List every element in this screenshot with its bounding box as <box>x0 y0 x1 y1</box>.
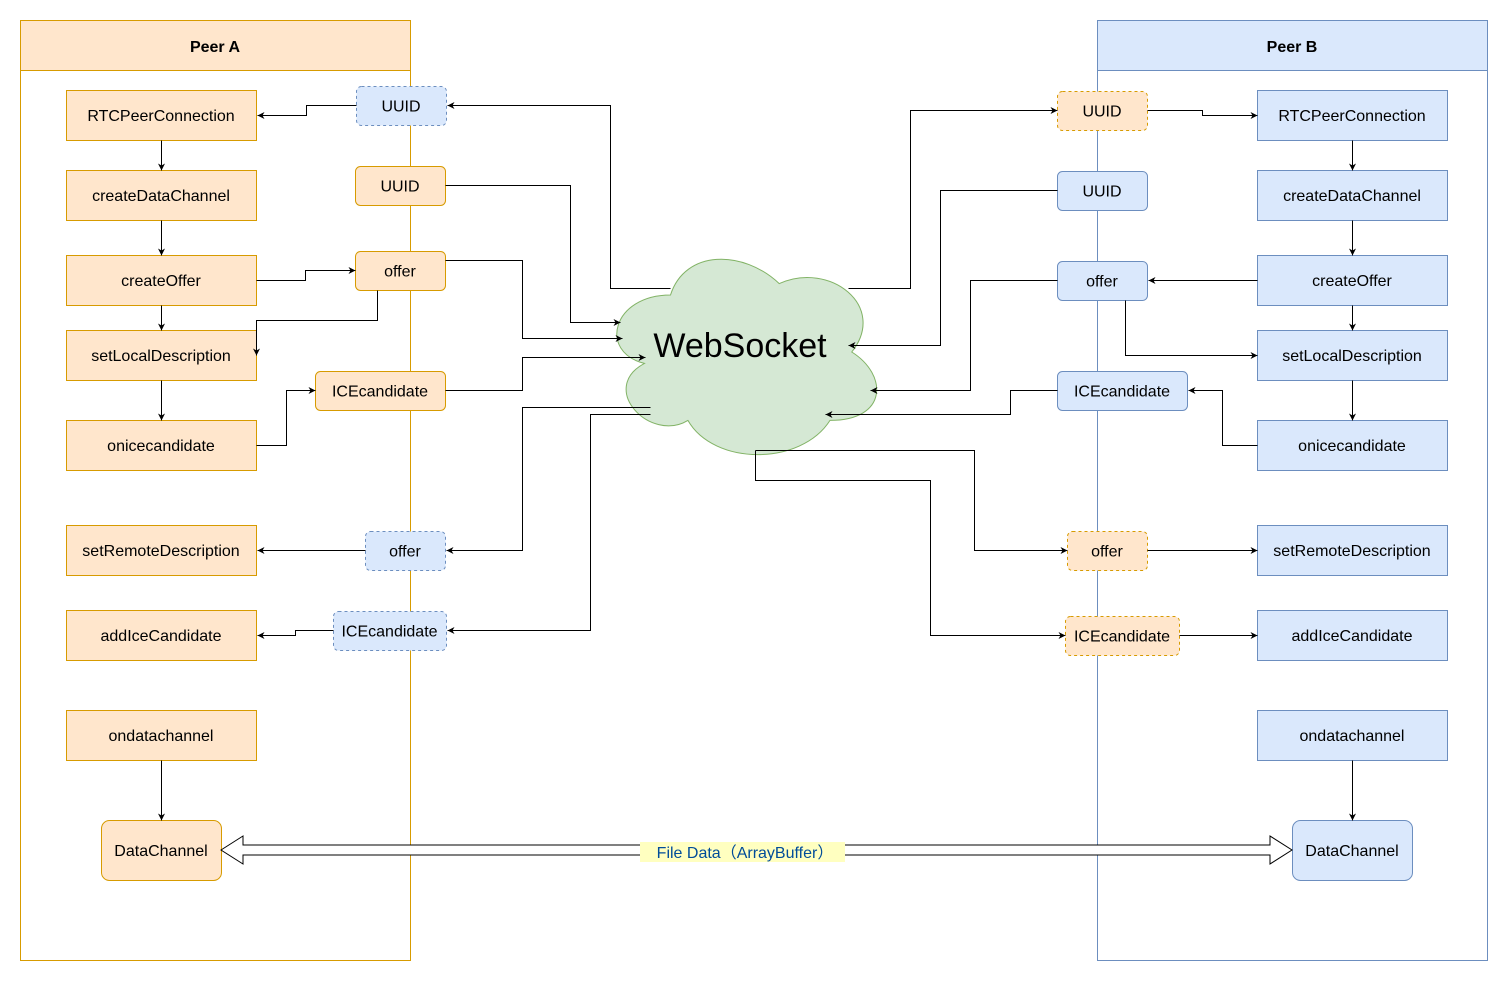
peer-b-ondatachannel-box-label: ondatachannel <box>1300 728 1405 745</box>
peer-a-title: Peer A <box>190 39 241 56</box>
peer-a-addicecandidate-box: addIceCandidate <box>66 610 257 661</box>
peer-a-uuid-out-message: UUID <box>355 166 446 206</box>
peer-a-createdatachannel-box: createDataChannel <box>66 170 257 221</box>
peer-a-offer-out-message: offer <box>355 251 446 291</box>
peer-a-uuid-in-message: UUID <box>356 86 447 126</box>
peer-a-setlocaldescription-box: setLocalDescription <box>66 330 257 381</box>
peer-b-offer-in-message-label: offer <box>1091 544 1123 561</box>
connector-arrow <box>445 260 623 342</box>
peer-b-ice-out-message: ICEcandidate <box>1057 371 1188 411</box>
peer-a-setremotedescription-box: setRemoteDescription <box>66 525 257 576</box>
peer-a-onicecandidate-box-label: onicecandidate <box>107 438 215 455</box>
connector-arrow <box>755 450 1068 554</box>
connector-arrow <box>848 190 1058 349</box>
peer-b-datachannel-box-label: DataChannel <box>1305 843 1398 860</box>
peer-b-offer-out-message-label: offer <box>1086 274 1118 291</box>
peer-a-offer-in-message: offer <box>365 531 446 571</box>
peer-b-datachannel-box: DataChannel <box>1292 820 1413 881</box>
peer-b-lane: Peer B <box>1097 20 1488 961</box>
file-data-label: File Data（ArrayBuffer） <box>657 844 834 862</box>
peer-b-setremotedescription-box-label: setRemoteDescription <box>1273 543 1430 560</box>
peer-b-ice-out-message-label: ICEcandidate <box>1074 384 1170 401</box>
peer-a-uuid-in-message-label: UUID <box>381 99 420 116</box>
peer-b-rtcpeerconnection-box: RTCPeerConnection <box>1257 90 1448 141</box>
peer-b-title: Peer B <box>1267 39 1318 56</box>
connector-arrow <box>447 414 651 634</box>
peer-b-createdatachannel-box: createDataChannel <box>1257 170 1448 221</box>
connector-arrow <box>870 280 1058 394</box>
peer-a-ice-out-message-label: ICEcandidate <box>332 384 428 401</box>
peer-a-createoffer-box: createOffer <box>66 255 257 306</box>
peer-b-setlocaldescription-box: setLocalDescription <box>1257 330 1448 381</box>
peer-a-setremotedescription-box-label: setRemoteDescription <box>82 543 239 560</box>
peer-a-createdatachannel-box-label: createDataChannel <box>92 188 230 205</box>
peer-a-datachannel-box: DataChannel <box>101 820 222 881</box>
connector-arrow <box>755 450 1066 639</box>
peer-b-ice-in-message-label: ICEcandidate <box>1074 629 1170 646</box>
peer-a-addicecandidate-box-label: addIceCandidate <box>101 628 222 645</box>
peer-a-onicecandidate-box: onicecandidate <box>66 420 257 471</box>
peer-b-addicecandidate-box-label: addIceCandidate <box>1292 628 1413 645</box>
peer-a-offer-out-message-label: offer <box>384 264 416 281</box>
peer-b-offer-in-message: offer <box>1067 531 1148 571</box>
peer-a-datachannel-box-label: DataChannel <box>114 843 207 860</box>
peer-b-rtcpeerconnection-box-label: RTCPeerConnection <box>1278 108 1425 125</box>
peer-a-setlocaldescription-box-label: setLocalDescription <box>91 348 231 365</box>
peer-a-rtcpeerconnection-box: RTCPeerConnection <box>66 90 257 141</box>
connector-arrow <box>445 185 621 326</box>
peer-b-uuid-in-message-label: UUID <box>1082 104 1121 121</box>
peer-a-uuid-out-message-label: UUID <box>380 179 419 196</box>
peer-a-ice-out-message: ICEcandidate <box>315 371 446 411</box>
connector-arrow <box>446 407 651 554</box>
connector-arrow <box>848 107 1058 289</box>
peer-b-offer-out-message: offer <box>1057 261 1148 301</box>
peer-a-rtcpeerconnection-box-label: RTCPeerConnection <box>87 108 234 125</box>
peer-b-uuid-in-message: UUID <box>1057 91 1148 131</box>
peer-a-ice-in-message: ICEcandidate <box>333 611 447 651</box>
peer-b-uuid-out-message-label: UUID <box>1082 184 1121 201</box>
webrtc-diagram: Peer A Peer B WebSocket RTCPeerConnectio… <box>20 20 1488 961</box>
peer-b-setlocaldescription-box-label: setLocalDescription <box>1282 348 1422 365</box>
peer-b-ice-in-message: ICEcandidate <box>1065 616 1180 656</box>
peer-a-offer-in-message-label: offer <box>389 544 421 561</box>
websocket-label: WebSocket <box>653 327 827 365</box>
peer-b-setremotedescription-box: setRemoteDescription <box>1257 525 1448 576</box>
connector-arrow <box>447 102 671 289</box>
peer-b-onicecandidate-box-label: onicecandidate <box>1298 438 1406 455</box>
peer-b-ondatachannel-box: ondatachannel <box>1257 710 1448 761</box>
peer-a-ondatachannel-box: ondatachannel <box>66 710 257 761</box>
peer-b-onicecandidate-box: onicecandidate <box>1257 420 1448 471</box>
peer-b-createoffer-box-label: createOffer <box>1312 273 1392 290</box>
peer-b-addicecandidate-box: addIceCandidate <box>1257 610 1448 661</box>
peer-a-ondatachannel-box-label: ondatachannel <box>109 728 214 745</box>
peer-a-createoffer-box-label: createOffer <box>121 273 201 290</box>
peer-b-uuid-out-message: UUID <box>1057 171 1148 211</box>
peer-b-createoffer-box: createOffer <box>1257 255 1448 306</box>
peer-a-ice-in-message-label: ICEcandidate <box>341 624 437 641</box>
connector-arrow <box>445 354 646 391</box>
peer-a-lane: Peer A <box>20 20 411 961</box>
peer-b-createdatachannel-box-label: createDataChannel <box>1283 188 1421 205</box>
